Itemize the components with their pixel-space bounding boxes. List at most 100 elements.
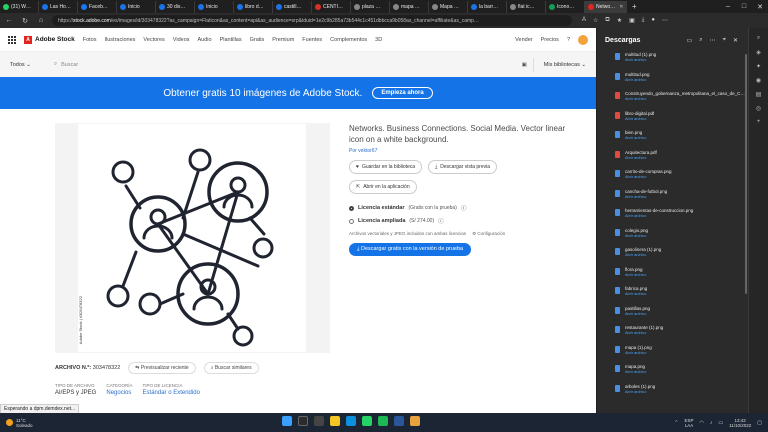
open-file-link[interactable]: Abrir archivo	[625, 292, 647, 296]
favorites-icon[interactable]: ★	[617, 17, 622, 24]
radio-unselected[interactable]	[349, 218, 354, 224]
task-view-icon[interactable]	[314, 416, 324, 426]
nav-link[interactable]: 3D	[375, 37, 382, 43]
file-explorer-icon[interactable]	[330, 416, 340, 426]
scope-select[interactable]: Todos ⌄	[10, 62, 44, 68]
nav-link[interactable]: Videos	[173, 37, 190, 43]
wifi-icon[interactable]: ◠	[699, 420, 703, 426]
nav-link[interactable]: Complementos	[330, 37, 367, 43]
new-tab-icon[interactable]: +	[627, 2, 642, 11]
profile-icon[interactable]: ●	[651, 17, 655, 24]
weather-widget[interactable]: 11°C Soleado	[6, 418, 33, 428]
find-similar-button[interactable]: ⌕ Buscar similares	[203, 362, 259, 374]
downloads-scrollbar[interactable]	[745, 54, 747, 294]
chevron-up-icon[interactable]: ⌃	[674, 420, 678, 426]
spotify-icon[interactable]	[378, 416, 388, 426]
license-extended-option[interactable]: Licencia ampliada (S/ 274.00) ⓘ	[349, 217, 569, 225]
notifications-icon[interactable]: ▢	[757, 420, 762, 426]
open-file-link[interactable]: Abrir archivo	[625, 195, 667, 199]
split-screen-icon[interactable]: ⧉	[605, 17, 609, 24]
open-file-link[interactable]: Abrir archivo	[625, 156, 657, 160]
office-icon[interactable]: ▤	[749, 91, 768, 98]
open-file-link[interactable]: Abrir archivo	[625, 117, 654, 121]
open-file-link[interactable]: Abrir archivo	[625, 97, 745, 101]
browser-tab[interactable]: (31) W…	[0, 0, 39, 13]
download-item[interactable]: restaurante (1).png Abrir archivo	[615, 325, 768, 345]
browser-tab[interactable]: Mapa …	[429, 0, 468, 13]
back-icon[interactable]: ←	[4, 17, 14, 24]
download-item[interactable]: mapa.png Abrir archivo	[615, 364, 768, 384]
browser-tab[interactable]: castill…	[273, 0, 312, 13]
browser-tab[interactable]: 30 dis…	[156, 0, 195, 13]
browser-tab[interactable]: flat ic…	[507, 0, 546, 13]
url-field[interactable]: https:// stock.adobe.com /es/images/id/3…	[52, 15, 572, 26]
open-in-app-button[interactable]: ⇱ Abrir en la aplicación	[349, 180, 417, 194]
clock[interactable]: 13:42 11/10/2022	[729, 418, 751, 428]
chrome-icon[interactable]	[410, 416, 420, 426]
nav-link[interactable]: Fuentes	[302, 37, 322, 43]
nav-link[interactable]: Plantillas	[220, 37, 242, 43]
browser-tab[interactable]: CENTI…	[312, 0, 351, 13]
search-taskbar-icon[interactable]	[298, 416, 308, 426]
license-type-link[interactable]: Estándar o Extendido	[143, 390, 200, 396]
author-link[interactable]: Por vektor67	[349, 148, 569, 154]
radio-selected[interactable]	[349, 205, 354, 211]
browser-tab[interactable]: mapa …	[390, 0, 429, 13]
config-link[interactable]: ⚙ Configuración	[472, 231, 505, 237]
open-file-link[interactable]: Abrir archivo	[625, 390, 655, 394]
browser-tab[interactable]: Inicio	[117, 0, 156, 13]
close-icon[interactable]: ✕	[733, 37, 738, 44]
avatar[interactable]	[578, 34, 588, 45]
free-trial-download-button[interactable]: ⤓ Descargar gratis con la versión de pru…	[349, 243, 472, 256]
pricing-link[interactable]: Precios	[541, 37, 559, 43]
browser-tab[interactable]: Netwo… ✕	[585, 0, 627, 13]
browser-tab[interactable]: Faceb…	[78, 0, 117, 13]
download-icon[interactable]: ⤓	[642, 17, 645, 24]
preview-image[interactable]: Adobe Stock | #303478322	[78, 124, 306, 352]
nav-link[interactable]: Ilustraciones	[105, 37, 136, 43]
open-file-link[interactable]: Abrir archivo	[625, 136, 646, 140]
help-icon[interactable]: ?	[567, 37, 570, 43]
open-file-link[interactable]: Abrir archivo	[625, 253, 661, 257]
nav-link[interactable]: Vectores	[143, 37, 164, 43]
download-item[interactable]: mapa (1).png Abrir archivo	[615, 345, 768, 365]
minimize-icon[interactable]: –	[720, 3, 736, 10]
outlook-icon[interactable]: ◎	[749, 105, 768, 112]
open-file-link[interactable]: Abrir archivo	[625, 214, 693, 218]
games-icon[interactable]: ◉	[749, 77, 768, 84]
open-file-link[interactable]: Abrir archivo	[625, 351, 652, 355]
open-file-link[interactable]: Abrir archivo	[625, 312, 650, 316]
search-icon[interactable]: ⌕	[699, 37, 702, 44]
camera-search-icon[interactable]: ▣	[522, 62, 527, 68]
favorite-star-icon[interactable]: ☆	[593, 17, 598, 24]
language-indicator[interactable]: ESP LAA	[684, 418, 693, 428]
edge-icon[interactable]	[346, 416, 356, 426]
browser-tab[interactable]: la barr…	[468, 0, 507, 13]
close-icon[interactable]: ✕	[752, 3, 768, 11]
battery-icon[interactable]: ▭	[718, 420, 723, 426]
whatsapp-icon[interactable]	[362, 416, 372, 426]
info-icon[interactable]: ⓘ	[438, 217, 444, 225]
open-file-link[interactable]: Abrir archivo	[625, 234, 648, 238]
tools-icon[interactable]: ✦	[749, 63, 768, 70]
nav-link[interactable]: Fotos	[83, 37, 97, 43]
search-icon[interactable]: ⌕	[749, 35, 768, 42]
info-icon[interactable]: ⓘ	[461, 204, 467, 212]
sell-link[interactable]: Vender	[515, 37, 532, 43]
volume-icon[interactable]: ♪	[710, 420, 713, 426]
app-grid-icon[interactable]	[8, 35, 16, 44]
save-to-library-button[interactable]: ♥ Guardar en la biblioteca	[349, 160, 423, 174]
open-file-link[interactable]: Abrir archivo	[625, 331, 663, 335]
maximize-icon[interactable]: □	[736, 3, 752, 10]
nav-link[interactable]: Audio	[198, 37, 212, 43]
nav-link[interactable]: Premium	[272, 37, 294, 43]
add-icon[interactable]: +	[749, 119, 768, 125]
adobe-stock-logo[interactable]: A Adobe Stock	[24, 35, 75, 44]
browser-tab[interactable]: Las Ho…	[39, 0, 78, 13]
read-aloud-icon[interactable]: A	[582, 17, 586, 24]
open-file-link[interactable]: Abrir archivo	[625, 370, 646, 374]
search-input[interactable]: ⌕ Buscar ▣	[54, 57, 534, 72]
shopping-icon[interactable]: ◈	[749, 49, 768, 56]
open-file-link[interactable]: Abrir archivo	[625, 273, 646, 277]
more-icon[interactable]: ⋯	[710, 37, 716, 44]
